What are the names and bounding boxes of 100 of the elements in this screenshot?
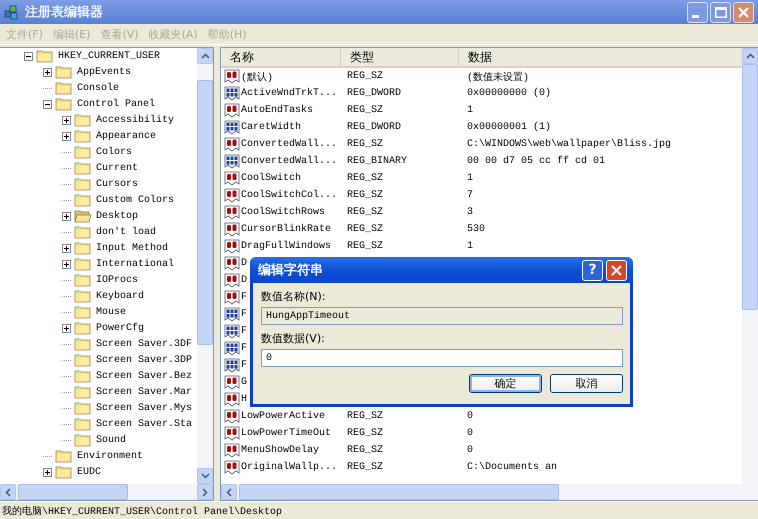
- value-data: (数值未设置): [466, 70, 530, 84]
- value-name[interactable]: LowPowerTimeOut: [241, 428, 332, 439]
- value-name[interactable]: DragFullWindows: [241, 241, 332, 252]
- cubes-icon: [4, 4, 20, 20]
- window-title: 注册表编辑器: [25, 4, 103, 21]
- tree-item[interactable]: Environment: [76, 450, 144, 462]
- tree-item[interactable]: Screen Saver.Mys: [95, 402, 194, 414]
- cancel-button[interactable]: 取消: [550, 374, 623, 393]
- expand-icon[interactable]: [62, 132, 71, 140]
- tree-item[interactable]: Screen Saver.Bez: [95, 370, 194, 382]
- value-name[interactable]: CursorBlinkRate: [241, 224, 332, 235]
- column-header[interactable]: 类型: [341, 48, 459, 66]
- value-name[interactable]: D: [241, 258, 248, 269]
- scroll-down-button[interactable]: [197, 468, 213, 484]
- tree-item[interactable]: IOProcs: [95, 274, 140, 286]
- value-name[interactable]: AutoEndTasks: [241, 105, 314, 116]
- tree-item[interactable]: Console: [76, 82, 120, 94]
- tree-item[interactable]: AppEvents: [76, 66, 132, 78]
- value-name[interactable]: F: [241, 343, 248, 354]
- value-name[interactable]: (默认): [241, 70, 274, 84]
- value-name[interactable]: CaretWidth: [241, 122, 302, 133]
- tree-item[interactable]: Input Method: [95, 242, 170, 254]
- expand-icon[interactable]: [43, 468, 52, 476]
- tree-item[interactable]: Appearance: [95, 130, 158, 142]
- value-name[interactable]: F: [241, 292, 248, 303]
- maximize-button[interactable]: [710, 2, 731, 22]
- expand-icon[interactable]: [62, 244, 71, 252]
- collapse-icon[interactable]: [43, 100, 52, 108]
- value-name[interactable]: CoolSwitchRows: [241, 207, 326, 218]
- scroll-thumb[interactable]: [742, 64, 758, 310]
- close-button[interactable]: [733, 2, 754, 22]
- value-type: REG_SZ: [346, 173, 384, 184]
- tree-item[interactable]: Control Panel: [76, 98, 156, 110]
- close-icon: [738, 6, 749, 18]
- value-name[interactable]: ConvertedWall...: [241, 156, 338, 167]
- value-name-field[interactable]: HungAppTimeout: [261, 307, 623, 325]
- minimize-icon: [692, 15, 699, 18]
- tree-item[interactable]: Desktop: [95, 210, 140, 222]
- vertical-scrollbar[interactable]: [197, 48, 213, 484]
- ok-button[interactable]: 确定: [469, 374, 542, 393]
- tree-item[interactable]: Screen Saver.Sta: [95, 418, 194, 430]
- expand-icon[interactable]: [62, 116, 71, 124]
- vertical-scrollbar[interactable]: [742, 48, 758, 484]
- value-data: 0: [466, 428, 474, 439]
- tree-item[interactable]: Custom Colors: [95, 194, 176, 206]
- value-data: 1: [466, 173, 474, 184]
- value-data-field[interactable]: 0: [261, 349, 623, 367]
- value-name[interactable]: F: [241, 360, 248, 371]
- scroll-thumb[interactable]: [18, 484, 128, 500]
- value-name[interactable]: OriginalWallp...: [241, 462, 338, 473]
- expand-icon[interactable]: [62, 324, 71, 332]
- tree-item[interactable]: Cursors: [95, 178, 140, 190]
- collapse-icon[interactable]: [24, 52, 33, 60]
- scroll-thumb[interactable]: [197, 80, 213, 345]
- tree-item[interactable]: don't load: [95, 226, 158, 238]
- scroll-up-button[interactable]: [197, 48, 213, 64]
- tree-item[interactable]: Colors: [95, 146, 134, 158]
- tree-item[interactable]: Screen Saver.3DP: [95, 354, 194, 366]
- value-name[interactable]: LowPowerActive: [241, 411, 326, 422]
- value-name[interactable]: ConvertedWall...: [241, 139, 338, 150]
- tree-item[interactable]: Screen Saver.Mar: [95, 386, 194, 398]
- tree-item[interactable]: PowerCfg: [95, 322, 146, 334]
- tree-item[interactable]: Sound: [95, 434, 128, 446]
- minimize-button[interactable]: [687, 2, 708, 22]
- close-icon: [610, 264, 623, 276]
- scroll-thumb[interactable]: [239, 484, 559, 500]
- tree-item[interactable]: International: [95, 258, 176, 270]
- horizontal-scrollbar[interactable]: [0, 484, 213, 500]
- scroll-left-button[interactable]: [0, 484, 16, 500]
- tree-item[interactable]: EUDC: [76, 466, 102, 478]
- value-name[interactable]: H: [241, 394, 248, 405]
- scroll-up-button[interactable]: [742, 48, 758, 64]
- horizontal-scrollbar[interactable]: [221, 484, 758, 500]
- value-name[interactable]: G: [241, 377, 248, 388]
- value-name[interactable]: CoolSwitch: [241, 173, 302, 184]
- value-name[interactable]: MenuShowDelay: [241, 445, 320, 456]
- tree-item[interactable]: Mouse: [95, 306, 128, 318]
- field-label: 数值名称(N):: [261, 288, 327, 304]
- value-data: 530: [466, 224, 486, 235]
- scroll-left-button[interactable]: [221, 484, 237, 500]
- tree-item[interactable]: Keyboard: [95, 290, 146, 302]
- tree-item[interactable]: Accessibility: [95, 114, 176, 126]
- tree-item[interactable]: Current: [95, 162, 140, 174]
- tree-item[interactable]: Screen Saver.3DF: [95, 338, 194, 350]
- expand-icon[interactable]: [62, 260, 71, 268]
- column-header[interactable]: 数据: [459, 48, 742, 66]
- value-name[interactable]: F: [241, 326, 248, 337]
- scroll-right-button[interactable]: [197, 484, 213, 500]
- expand-icon[interactable]: [62, 212, 71, 220]
- help-button[interactable]: ?: [582, 260, 603, 280]
- expand-icon[interactable]: [43, 68, 52, 76]
- value-name[interactable]: F: [241, 309, 248, 320]
- value-name[interactable]: ActiveWndTrkT...: [241, 88, 338, 99]
- column-header[interactable]: 名称: [221, 48, 341, 66]
- value-type: REG_SZ: [346, 207, 384, 218]
- value-name[interactable]: D: [241, 275, 248, 286]
- value-type: REG_SZ: [346, 224, 384, 235]
- tree-item[interactable]: HKEY_CURRENT_USER: [57, 50, 162, 62]
- value-name[interactable]: CoolSwitchCol...: [241, 190, 338, 201]
- value-type: REG_SZ: [346, 411, 384, 422]
